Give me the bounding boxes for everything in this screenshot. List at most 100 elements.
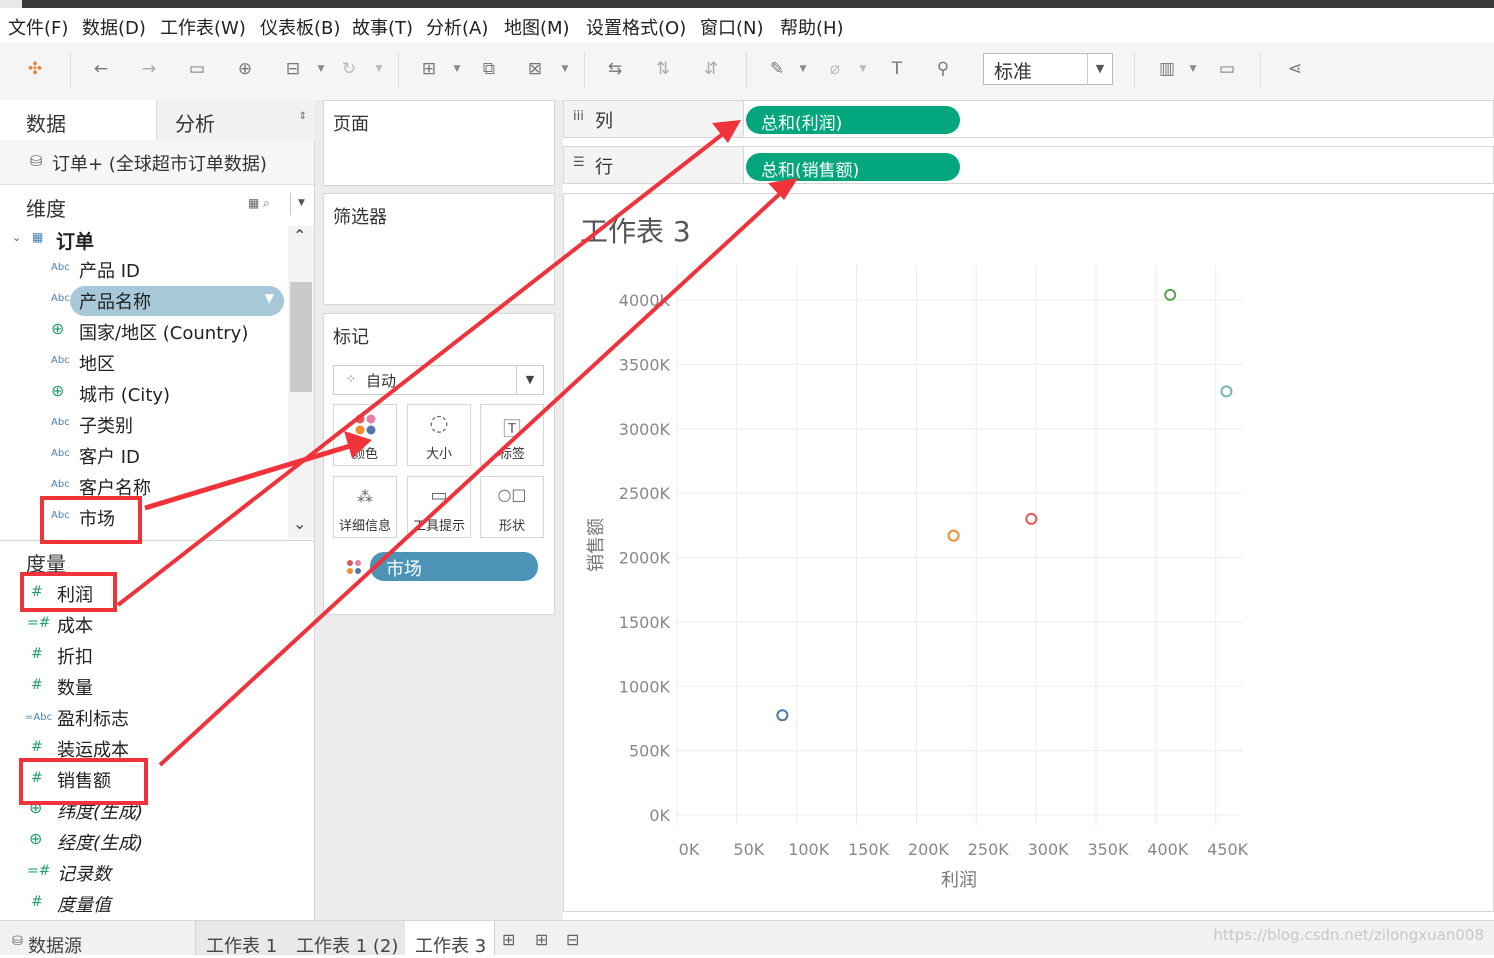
tableau-logo-icon[interactable]: ✣ — [22, 56, 48, 82]
view-options-icon[interactable]: ▦ ⌕ — [248, 196, 270, 211]
y-tick-label: 3500K — [619, 355, 671, 374]
rows-shelf[interactable]: ☰ 行 — [563, 146, 1494, 184]
new-worksheet-icon[interactable]: ⊞ — [416, 56, 442, 82]
chart-grid — [676, 265, 1242, 825]
field-discount[interactable]: # 折扣 — [0, 641, 270, 671]
save-icon[interactable]: ▭ — [184, 56, 210, 82]
menu-dashboard[interactable]: 仪表板(B) — [260, 14, 340, 40]
size-button[interactable]: ◌ 大小 — [407, 404, 471, 466]
pin-axis-icon[interactable]: ⚲ — [930, 56, 956, 82]
undo-icon[interactable]: ← — [88, 56, 114, 82]
expand-chevron-icon[interactable]: ⌄ — [12, 231, 21, 244]
menu-data[interactable]: 数据(D) — [82, 14, 146, 40]
scatter-point[interactable] — [776, 709, 789, 722]
pause-datasource-icon[interactable]: ⊟ — [280, 56, 306, 82]
chevron-down-icon[interactable]: ▼ — [265, 291, 274, 305]
tooltip-button[interactable]: ▭ 工具提示 — [407, 476, 471, 538]
mark-type-select[interactable]: ⁘ 自动 ▼ — [333, 365, 544, 395]
profit-sum-pill[interactable]: 总和(利润) — [746, 106, 960, 134]
scatter-point[interactable] — [1164, 288, 1177, 301]
tab-sheet-1-copy[interactable]: 工作表 1 (2) — [286, 921, 406, 957]
pages-card[interactable]: 页面 — [323, 100, 555, 186]
field-country[interactable]: ⊕ 国家/地区 (Country) — [0, 317, 270, 347]
label-icon: 🅃 — [503, 419, 521, 440]
columns-icon: iii — [573, 109, 584, 124]
scatter-point[interactable] — [1220, 385, 1233, 398]
menu-format[interactable]: 设置格式(O) — [586, 14, 686, 40]
tab-datasource[interactable]: ⛁ 数据源 — [0, 921, 196, 957]
highlight-icon[interactable]: ✎ — [764, 56, 790, 82]
sort-ascending-icon[interactable]: ⇅ — [650, 56, 676, 82]
duplicate-sheet-icon[interactable]: ⧉ — [476, 56, 502, 82]
color-button[interactable]: 颜色 — [333, 404, 397, 466]
menu-help[interactable]: 帮助(H) — [780, 14, 844, 40]
tab-menu-icon[interactable]: ⇕ — [299, 111, 307, 122]
menu-map[interactable]: 地图(M) — [504, 14, 570, 40]
tab-analysis[interactable]: 分析 ⇕ — [156, 100, 315, 141]
scatter-point[interactable] — [1025, 512, 1038, 525]
tab-data[interactable]: 数据 — [0, 100, 155, 140]
menu-worksheet[interactable]: 工作表(W) — [160, 14, 246, 40]
columns-shelf[interactable]: iii 列 — [563, 100, 1494, 138]
menu-file[interactable]: 文件(F) — [8, 14, 68, 40]
field-profit-flag[interactable]: =Abc 盈利标志 — [0, 703, 270, 733]
redo-icon[interactable]: → — [136, 56, 162, 82]
market-color-pill[interactable]: 市场 — [370, 552, 538, 581]
shape-button[interactable]: ○□ 形状 — [480, 476, 544, 538]
show-me-dropdown-icon[interactable]: ▼ — [1188, 56, 1198, 82]
field-record-count[interactable]: =# 记录数 — [0, 858, 270, 888]
new-datasource-icon[interactable]: ⊕ — [232, 56, 258, 82]
datasource-row[interactable]: ⛁ 订单+ (全球超市订单数据) — [0, 140, 314, 185]
field-measure-values[interactable]: # 度量值 — [0, 889, 270, 919]
label-button[interactable]: 🅃 标签 — [480, 404, 544, 466]
y-axis-label: 销售额 — [586, 518, 607, 572]
show-labels-icon[interactable]: T — [884, 56, 910, 82]
clear-sheet-icon[interactable]: ⊠ — [522, 56, 548, 82]
fit-select[interactable]: 标准 ▼ — [983, 53, 1113, 85]
field-city[interactable]: ⊕ 城市 (City) — [0, 379, 270, 409]
tab-sheet-1[interactable]: 工作表 1 — [196, 921, 287, 957]
pause-dropdown-icon[interactable]: ▼ — [316, 56, 326, 82]
refresh-icon[interactable]: ↻ — [336, 56, 362, 82]
share-icon[interactable]: ⋖ — [1282, 56, 1308, 82]
field-quantity[interactable]: # 数量 — [0, 672, 270, 702]
menu-analysis[interactable]: 分析(A) — [426, 14, 488, 40]
new-worksheet-icon[interactable]: ⊞ — [502, 930, 515, 949]
highlight-dropdown-icon[interactable]: ▼ — [798, 56, 808, 82]
filters-card[interactable]: 筛选器 — [323, 193, 555, 305]
order-table-label[interactable]: 订单 — [56, 227, 94, 254]
scatter-chart[interactable]: 0K 500K 1000K 1500K 2000K 2500K 3000K 3500K 4000… — [564, 250, 1264, 900]
sort-descending-icon[interactable]: ⇵ — [698, 56, 724, 82]
tab-sheet-3[interactable]: 工作表 3 — [405, 921, 495, 957]
size-icon: ◌ — [429, 411, 449, 436]
sales-sum-pill[interactable]: 总和(销售额) — [746, 153, 960, 181]
field-cost[interactable]: =# 成本 — [0, 610, 270, 640]
new-worksheet-dropdown-icon[interactable]: ▼ — [452, 56, 462, 82]
new-story-icon[interactable]: ⊟ — [566, 930, 579, 949]
scroll-down-icon[interactable]: ⌄ — [293, 514, 306, 533]
menu-window[interactable]: 窗口(N) — [700, 14, 764, 40]
columns-label: 列 — [595, 111, 613, 132]
group-icon[interactable]: ⌀ — [822, 56, 848, 82]
swap-axes-icon[interactable]: ⇆ — [602, 56, 628, 82]
dimensions-header: 维度 — [26, 197, 66, 221]
scroll-up-icon[interactable]: ⌃ — [293, 226, 306, 245]
field-subcategory[interactable]: Abc 子类别 — [0, 410, 270, 440]
dimensions-scroll-thumb[interactable] — [290, 282, 312, 392]
refresh-dropdown-icon[interactable]: ▼ — [374, 56, 384, 82]
group-dropdown-icon[interactable]: ▼ — [858, 56, 868, 82]
new-dashboard-icon[interactable]: ⊞ — [535, 930, 548, 949]
field-product-name[interactable]: ▼ Abc 产品名称 — [0, 286, 284, 316]
detail-button[interactable]: ⁂ 详细信息 — [333, 476, 397, 538]
mark-type-value: 自动 — [366, 372, 397, 390]
dimensions-menu-icon[interactable]: ▼ — [298, 198, 305, 208]
field-product-id[interactable]: Abc 产品 ID — [0, 255, 270, 285]
scatter-point[interactable] — [947, 529, 960, 542]
field-region[interactable]: Abc 地区 — [0, 348, 270, 378]
field-longitude[interactable]: ⊕ 经度(生成) — [0, 827, 270, 857]
show-me-icon[interactable]: ▥ — [1154, 56, 1180, 82]
presentation-icon[interactable]: ▭ — [1214, 56, 1240, 82]
clear-dropdown-icon[interactable]: ▼ — [560, 56, 570, 82]
field-customer-id[interactable]: Abc 客户 ID — [0, 441, 270, 471]
menu-story[interactable]: 故事(T) — [352, 14, 413, 40]
